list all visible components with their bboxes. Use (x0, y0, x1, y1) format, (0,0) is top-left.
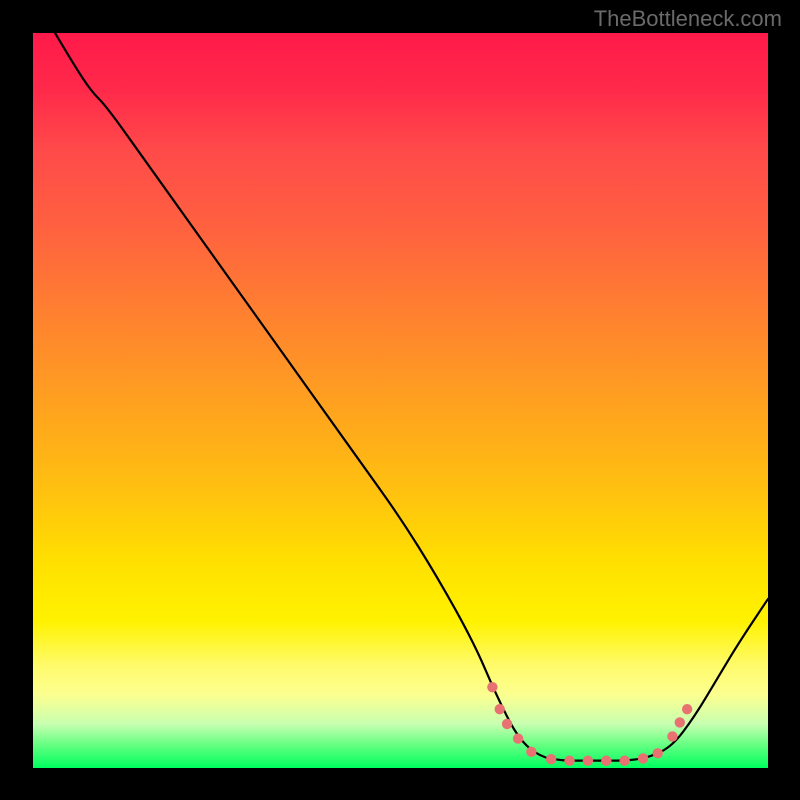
optimal-dot (638, 753, 648, 763)
optimal-dot (495, 704, 505, 714)
optimal-dot (583, 755, 593, 765)
optimal-dot (653, 748, 663, 758)
optimal-dot (601, 755, 611, 765)
optimal-dot (619, 755, 629, 765)
chart-svg-layer (33, 33, 768, 768)
optimal-dot (682, 704, 692, 714)
optimal-dot (487, 682, 497, 692)
optimal-dot (546, 754, 556, 764)
chart-plot-area (33, 33, 768, 768)
optimal-dot (675, 717, 685, 727)
optimal-dot (667, 731, 677, 741)
optimal-range-dots (487, 682, 692, 766)
optimal-dot (513, 733, 523, 743)
watermark-text: TheBottleneck.com (594, 6, 782, 32)
bottleneck-curve-line (55, 33, 768, 761)
optimal-dot (502, 719, 512, 729)
optimal-dot (526, 747, 536, 757)
optimal-dot (564, 755, 574, 765)
